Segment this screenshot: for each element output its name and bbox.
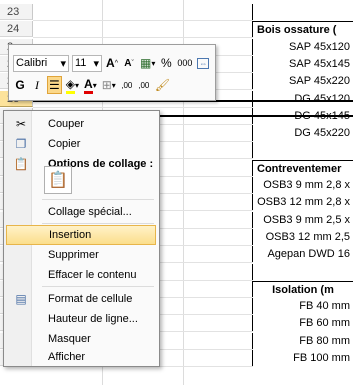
- paintbrush-icon: 🖌: [154, 78, 171, 92]
- menu-item-copy[interactable]: ❐ Copier: [6, 134, 156, 154]
- chevron-down-icon: ▾: [93, 57, 99, 70]
- clipboard-paste-icon: 📋: [48, 172, 68, 189]
- align-center-icon: ☰: [49, 78, 60, 92]
- table-cell[interactable]: [252, 4, 353, 20]
- font-color-letter: A: [84, 77, 93, 94]
- currency-icon: ▦: [140, 56, 152, 70]
- copy-icon: ❐: [15, 137, 27, 151]
- font-name-dropdown[interactable]: Calibri ▾: [13, 54, 69, 72]
- menu-item-label: Supprimer: [48, 249, 99, 261]
- font-color-button[interactable]: A ▾: [83, 76, 98, 94]
- table-cell[interactable]: OSB3 12 mm 2,8 x: [252, 194, 353, 210]
- menu-item-label: Format de cellule: [48, 293, 133, 305]
- menu-item-hide[interactable]: Masquer: [6, 329, 156, 349]
- font-size-dropdown[interactable]: 11 ▾: [72, 54, 102, 72]
- menu-separator: [42, 223, 154, 224]
- menu-item-label: Couper: [48, 118, 85, 130]
- increase-decimal-label: ,00: [121, 80, 133, 90]
- table-cell[interactable]: [252, 264, 353, 280]
- chevron-down-icon: ▾: [151, 58, 156, 68]
- merge-center-button[interactable]: ⇔: [196, 54, 210, 72]
- table-cell[interactable]: Bois ossature (: [252, 21, 353, 37]
- table-cell[interactable]: SAP 45x145: [252, 56, 353, 72]
- menu-item-format-cells[interactable]: ▤ Format de cellule: [6, 289, 156, 309]
- row-header[interactable]: 24: [0, 21, 33, 37]
- table-cell[interactable]: FB 60 mm: [252, 315, 353, 331]
- table-cell[interactable]: DG 45x220: [252, 125, 353, 141]
- menu-item-label: Afficher: [48, 351, 86, 363]
- caret-up-icon: ^: [114, 59, 118, 67]
- bold-label: G: [15, 78, 25, 92]
- menu-item-cut[interactable]: ✂ Couper: [6, 114, 156, 134]
- menu-item-label: Insertion: [49, 229, 92, 241]
- menu-item-paste-options: 📋 Options de collage :: [6, 154, 156, 174]
- table-cell[interactable]: OSB3 12 mm 2,5: [252, 229, 353, 245]
- table-cell[interactable]: FB 40 mm: [252, 298, 353, 314]
- thousands-button[interactable]: 000: [176, 54, 193, 72]
- row-gridline: [33, 37, 253, 38]
- menu-item-paste-special[interactable]: Collage spécial...: [6, 202, 156, 222]
- menu-item-unhide[interactable]: Afficher: [6, 347, 156, 367]
- thousands-label: 000: [177, 58, 193, 68]
- number-format-button[interactable]: ▦ ▾: [139, 54, 156, 72]
- menu-item-label: Hauteur de ligne...: [48, 313, 138, 325]
- table-cell[interactable]: OSB3 9 mm 2,8 x: [252, 177, 353, 193]
- increase-decimal-button[interactable]: ,00: [120, 76, 134, 94]
- scissors-icon: ✂: [15, 117, 27, 131]
- mini-toolbar: Calibri ▾ 11 ▾ A ^ Aˇ ▦ ▾ % 000 ⇔ G I ☰ ◈ ▾ A…: [8, 44, 216, 101]
- row-header[interactable]: 23: [0, 4, 33, 20]
- shrink-font-button[interactable]: Aˇ: [122, 54, 136, 72]
- table-cell[interactable]: SAP 45x120: [252, 39, 353, 55]
- table-cell[interactable]: Agepan DWD 16: [252, 246, 353, 262]
- borders-icon: ⊞: [101, 78, 112, 92]
- format-painter-button[interactable]: 🖌: [154, 76, 171, 94]
- paste-button[interactable]: 📋: [44, 166, 72, 194]
- menu-separator: [42, 199, 154, 200]
- menu-item-row-height[interactable]: Hauteur de ligne...: [6, 309, 156, 329]
- menu-item-label: Collage spécial...: [48, 206, 132, 218]
- grow-font-button[interactable]: A ^: [105, 54, 119, 72]
- menu-item-label: Copier: [48, 138, 81, 150]
- chevron-down-icon: ▾: [75, 80, 80, 90]
- bold-button[interactable]: G: [13, 76, 27, 94]
- menu-item-delete[interactable]: Supprimer: [6, 245, 156, 265]
- grow-font-label: A: [106, 56, 115, 70]
- italic-label: I: [35, 77, 39, 92]
- decrease-decimal-button[interactable]: ,00: [137, 76, 151, 94]
- chevron-down-icon: ▾: [60, 57, 66, 70]
- paint-bucket-icon: ◈: [65, 77, 75, 94]
- clipboard-icon: 📋: [13, 157, 29, 171]
- chevron-down-icon: ▾: [111, 80, 116, 90]
- table-cell[interactable]: [252, 142, 353, 158]
- table-cell[interactable]: FB 80 mm: [252, 333, 353, 349]
- menu-item-clear-contents[interactable]: Effacer le contenu: [6, 265, 156, 285]
- table-cell[interactable]: FB 100 mm: [252, 350, 353, 366]
- align-center-button[interactable]: ☰: [47, 76, 62, 94]
- table-cell[interactable]: Isolation (m: [252, 281, 353, 297]
- decrease-decimal-label: ,00: [138, 80, 150, 90]
- context-menu: ✂ Couper ❐ Copier 📋 Options de collage :…: [3, 110, 160, 367]
- menu-separator: [42, 286, 154, 287]
- format-cells-icon: ▤: [15, 292, 27, 306]
- menu-item-insert[interactable]: Insertion: [6, 225, 156, 245]
- chevron-down-icon: ▾: [92, 80, 97, 90]
- font-name-value: Calibri: [16, 57, 48, 69]
- fill-color-button[interactable]: ◈ ▾: [65, 76, 80, 94]
- menu-item-label: Masquer: [48, 333, 91, 345]
- borders-button[interactable]: ⊞ ▾: [101, 76, 117, 94]
- shrink-font-label: A: [124, 57, 132, 69]
- caret-down-icon: ˇ: [131, 59, 134, 67]
- percent-label: %: [161, 56, 172, 70]
- merge-cells-icon: ⇔: [197, 57, 210, 69]
- table-cell[interactable]: SAP 45x220: [252, 73, 353, 89]
- table-cell[interactable]: Contreventemer: [252, 160, 353, 176]
- menu-item-label: Effacer le contenu: [48, 269, 137, 281]
- italic-button[interactable]: I: [30, 76, 44, 94]
- percent-button[interactable]: %: [159, 54, 173, 72]
- font-size-value: 11: [75, 57, 87, 69]
- table-cell[interactable]: OSB3 9 mm 2,5 x: [252, 212, 353, 228]
- row-gridline: [33, 20, 253, 21]
